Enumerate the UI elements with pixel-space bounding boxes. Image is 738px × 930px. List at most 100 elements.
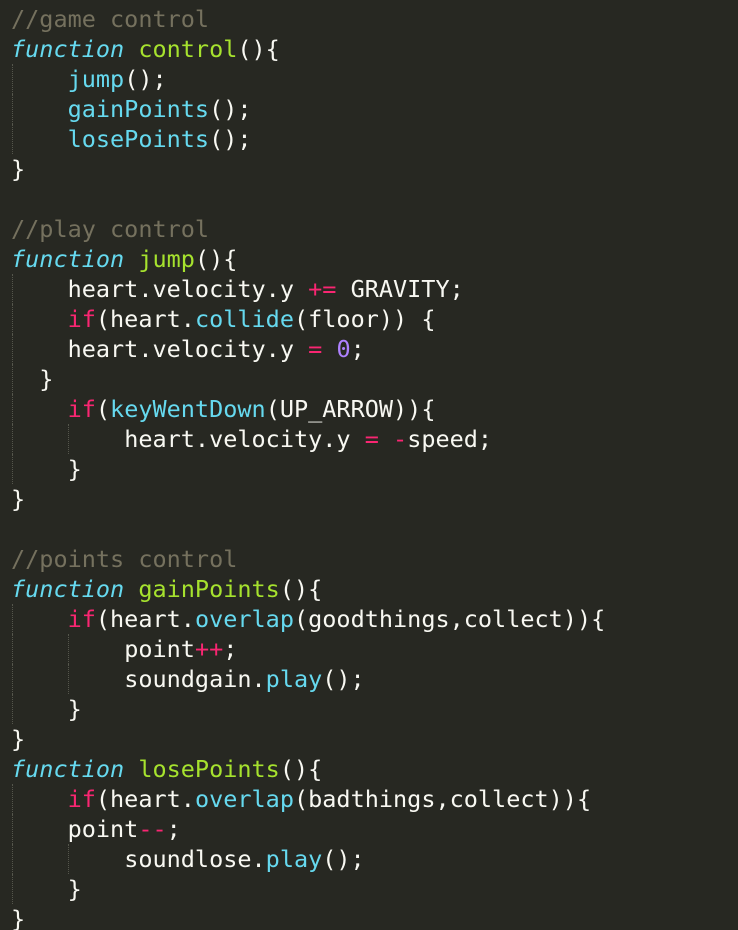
code-line[interactable]: } bbox=[11, 874, 605, 904]
indent-guide bbox=[12, 694, 13, 724]
code-token: (); bbox=[322, 665, 365, 693]
code-token: control bbox=[138, 35, 238, 63]
code-line[interactable]: //play control bbox=[11, 214, 605, 244]
code-token: (); bbox=[209, 95, 252, 123]
code-token: (){ bbox=[279, 755, 323, 783]
code-line[interactable]: heart.velocity.y = -speed; bbox=[11, 424, 605, 454]
code-line[interactable]: gainPoints(); bbox=[11, 94, 605, 124]
code-token: gainPoints bbox=[67, 95, 210, 123]
code-line[interactable]: } bbox=[11, 724, 605, 754]
code-token: (); bbox=[209, 125, 252, 153]
code-line[interactable]: } bbox=[11, 454, 605, 484]
code-line[interactable]: } bbox=[11, 364, 605, 394]
code-token: if bbox=[67, 305, 96, 333]
indent-guide bbox=[12, 94, 13, 124]
code-line[interactable]: soundgain.play(); bbox=[11, 664, 605, 694]
code-line[interactable]: function gainPoints(){ bbox=[11, 574, 605, 604]
code-token: if bbox=[67, 395, 96, 423]
indent-guide bbox=[12, 424, 13, 454]
code-token: (goodthings,collect)){ bbox=[293, 605, 606, 633]
code-token: ++ bbox=[194, 635, 224, 663]
code-token: (){ bbox=[279, 575, 323, 603]
indent-guide bbox=[12, 454, 13, 484]
code-line[interactable]: } bbox=[11, 904, 605, 930]
code-editor[interactable]: //game control function control(){ jump()… bbox=[0, 0, 738, 930]
indent-guide bbox=[68, 424, 70, 454]
code-line[interactable]: point--; bbox=[11, 814, 605, 844]
code-token: losePoints bbox=[67, 125, 210, 153]
code-token: //play control bbox=[11, 215, 210, 243]
code-line[interactable]: } bbox=[11, 154, 605, 184]
code-token: heart.velocity.y bbox=[67, 275, 309, 303]
code-token: soundgain. bbox=[124, 665, 266, 693]
code-token: (badthings,collect)){ bbox=[293, 785, 592, 813]
code-token: losePoints bbox=[138, 755, 280, 783]
code-line[interactable]: point++; bbox=[11, 634, 605, 664]
code-line[interactable]: heart.velocity.y += GRAVITY; bbox=[11, 274, 605, 304]
code-token: (heart. bbox=[95, 605, 195, 633]
code-area[interactable]: //game control function control(){ jump()… bbox=[11, 4, 605, 930]
code-line[interactable]: } bbox=[11, 694, 605, 724]
code-token: } bbox=[67, 455, 82, 483]
code-token: play bbox=[265, 845, 323, 873]
code-line[interactable]: soundlose.play(); bbox=[11, 844, 605, 874]
code-token: keyWentDown bbox=[110, 395, 266, 423]
indent-guide bbox=[68, 664, 70, 694]
indent-guide bbox=[12, 634, 13, 664]
code-token: gainPoints bbox=[138, 575, 280, 603]
indent-guide bbox=[12, 844, 13, 874]
code-line[interactable]: if(heart.overlap(goodthings,collect)){ bbox=[11, 604, 605, 634]
indent-guide bbox=[12, 124, 13, 154]
code-token: collide bbox=[194, 305, 294, 333]
code-token: speed; bbox=[407, 425, 493, 453]
code-token: function bbox=[11, 575, 125, 603]
indent-guide bbox=[12, 304, 13, 334]
code-token: } bbox=[11, 905, 26, 930]
code-line[interactable] bbox=[11, 184, 605, 214]
indent-guide bbox=[68, 844, 70, 874]
code-token: (heart. bbox=[95, 305, 195, 333]
code-line[interactable]: if(heart.overlap(badthings,collect)){ bbox=[11, 784, 605, 814]
code-token: (); bbox=[322, 845, 365, 873]
code-line[interactable]: //points control bbox=[11, 544, 605, 574]
code-line[interactable]: losePoints(); bbox=[11, 124, 605, 154]
code-token: ; bbox=[350, 335, 365, 363]
code-token: soundlose. bbox=[124, 845, 266, 873]
code-token: if bbox=[67, 605, 96, 633]
code-line[interactable]: } bbox=[11, 484, 605, 514]
code-token: //points control bbox=[11, 545, 238, 573]
code-line[interactable]: //game control bbox=[11, 4, 605, 34]
code-token: function bbox=[11, 35, 125, 63]
code-token: point bbox=[67, 815, 139, 843]
code-token: - bbox=[393, 425, 408, 453]
code-token: (){ bbox=[237, 35, 280, 63]
code-token: (floor)) { bbox=[293, 305, 436, 333]
code-token: heart.velocity.y bbox=[67, 335, 309, 363]
code-token: play bbox=[265, 665, 323, 693]
indent-guide bbox=[68, 634, 70, 664]
code-line[interactable] bbox=[11, 514, 605, 544]
code-line[interactable]: heart.velocity.y = 0; bbox=[11, 334, 605, 364]
code-line[interactable]: function control(){ bbox=[11, 34, 605, 64]
code-token: (UP_ARROW)){ bbox=[265, 395, 436, 423]
code-token: } bbox=[11, 155, 26, 183]
code-token: } bbox=[11, 485, 26, 513]
code-line[interactable]: function losePoints(){ bbox=[11, 754, 605, 784]
code-line[interactable]: if(keyWentDown(UP_ARROW)){ bbox=[11, 394, 605, 424]
code-token: overlap bbox=[194, 785, 294, 813]
code-token: //game control bbox=[11, 5, 210, 33]
code-line[interactable]: if(heart.collide(floor)) { bbox=[11, 304, 605, 334]
code-token: ( bbox=[95, 395, 111, 423]
code-line[interactable]: function jump(){ bbox=[11, 244, 605, 274]
code-token: jump bbox=[67, 65, 125, 93]
code-line[interactable]: jump(); bbox=[11, 64, 605, 94]
